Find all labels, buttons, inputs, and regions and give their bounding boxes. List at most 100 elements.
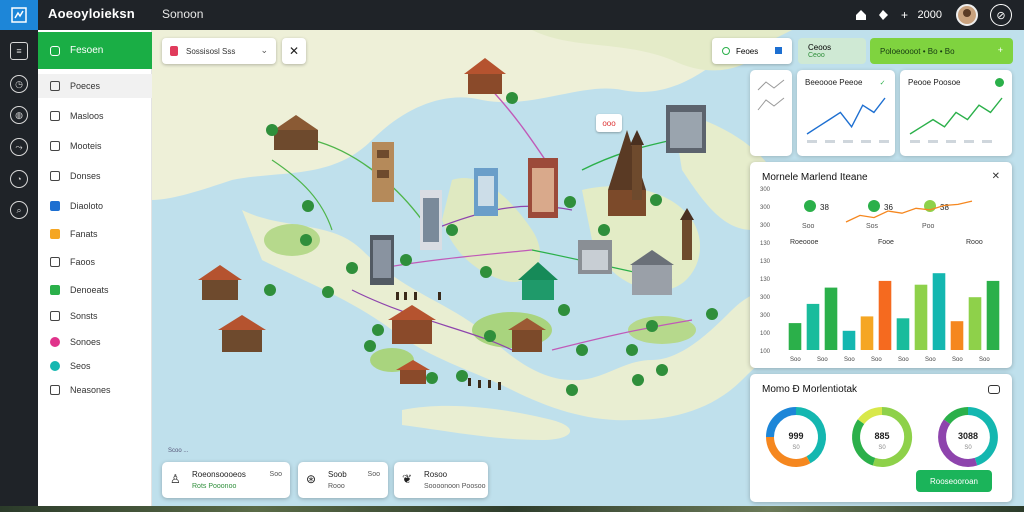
search-icon[interactable]: ⌕ [10,201,28,219]
app-logo[interactable] [0,0,38,30]
axis-tick [946,140,956,143]
mini-line-icon [757,79,785,111]
layers-icon[interactable]: ≡ [10,42,28,60]
legend-label: Fooe [878,239,894,246]
landmark-spire[interactable] [630,130,644,200]
bar [968,297,982,350]
poi-card[interactable]: ♙ Roeonsoooeos Rots Pooonoo Soo [162,462,290,498]
expand-icon[interactable] [988,385,1000,394]
location-search[interactable]: Sossisosl Sss ⌄ [162,38,276,64]
axis-tick [964,140,974,143]
square-icon [50,81,60,91]
donut-panel: Momo Ð Morlentiotak 999 S0 885 S0 3088 S0 Roo… [750,374,1012,502]
landmark-station[interactable] [578,240,612,274]
sidebar-item[interactable]: Diaoloto [38,194,152,218]
filter-chip-active[interactable]: Poloeoooot • Bo • Bo + [870,38,1013,64]
landmark-house[interactable] [198,265,242,300]
x-tick-label: Soo [898,357,909,363]
map-view[interactable]: Sossisosl Sss ⌄ ✕ ooo Scoo ... ♙ Roeonso… [152,30,1024,506]
icon-rail: ≡ ◷ ◍ ⤳ ◔ ⌕ [0,30,38,512]
y-tick-label: 130 [760,259,771,265]
filter-chip[interactable]: Ceoos Ceoo [798,38,866,64]
landmark-highrise[interactable] [666,105,706,153]
plus-icon[interactable]: + [998,45,1003,55]
sidebar-item[interactable]: Neasones [38,378,152,402]
landmark-skyscraper[interactable] [528,158,558,218]
square-icon [50,45,60,56]
bar [842,330,856,350]
filter-chip-label: Ceoos [808,43,832,52]
sidebar-item[interactable]: Faoos [38,250,152,274]
plus-icon[interactable]: + [894,4,916,26]
globe-icon[interactable]: ◍ [10,106,28,124]
axis-tick [910,140,920,143]
landmark-house[interactable] [218,315,266,352]
compass-icon[interactable]: ⊘ [990,4,1012,26]
close-button[interactable]: ✕ [282,38,306,64]
green-square-icon [50,285,60,295]
poi-card-title: Rosoo [424,470,448,479]
chevron-down-icon[interactable]: ⌄ [260,45,268,56]
sidebar-item[interactable]: Seos [38,354,152,378]
bar [806,303,820,350]
line-chart-2 [909,97,1003,143]
map-scale: Scoo ... [168,448,189,454]
poi-card[interactable]: ⊛ Soob Rooo Soo [298,462,388,498]
bar [986,280,1000,350]
filter-icon [722,47,730,55]
close-icon[interactable]: ✕ [992,171,1000,182]
kpi-label: Poo [922,223,935,230]
y-tick-label: 130 [760,241,771,247]
x-tick-label: Soo [817,357,828,363]
bar-chart-panel: Mornele Marlend Iteane ✕ 38 Soo 36 Sos 38 Poo… [750,162,1012,368]
sidebar-item-label: Masloos [70,111,104,121]
bar [950,321,964,350]
poi-card-title: Roeonsoooeos [192,470,246,479]
clock-icon[interactable]: ◷ [10,75,28,93]
status-dot-icon [995,78,1004,87]
sidebar-item[interactable]: Sonsts [38,304,152,328]
sidebar-item[interactable]: Mooteis [38,134,152,158]
sidebar-item[interactable]: Denoeats [38,278,152,302]
tag-icon[interactable] [872,4,894,26]
poi-card-title: Soob [328,470,347,479]
sidebar-item[interactable]: Donses [38,164,152,188]
y-tick-label: 300 [760,205,771,211]
stat-card-2[interactable]: Peooe Poosoe [900,70,1012,156]
chart-icon[interactable]: ◔ [10,170,28,188]
pin-icon [170,46,178,56]
blue-square-icon [50,201,60,211]
check-icon: ✓ [879,79,886,87]
year-label: 2000 [917,9,942,21]
stat-card-title: Peooe Poosoe [908,78,961,87]
landmark-tower[interactable] [370,235,394,285]
sidebar-item[interactable]: Masloos [38,104,152,128]
landmark-building[interactable] [474,168,498,216]
x-tick-label: Soo [925,357,936,363]
filter-chip-label: Poloeoooot • Bo • Bo [880,46,955,56]
axis-tick [843,140,853,143]
doc-icon [50,257,60,267]
sidebar-item[interactable]: Fanats [38,222,152,246]
filter-chip[interactable]: Feoes [712,38,792,64]
avatar[interactable] [956,4,978,26]
sidebar-item-label: Seos [70,361,91,371]
landmark-office[interactable] [420,190,442,250]
grid-icon [50,141,60,151]
sidebar-item[interactable]: Sonoes [38,330,152,354]
stat-card-1[interactable]: Beeoooe Peeoe ✓ [797,70,895,156]
landmark-tower[interactable] [372,142,394,202]
sidebar-item-active[interactable]: Fesoen [38,32,152,69]
donut-value: 999 [788,431,803,441]
series-line [909,97,1003,135]
sidebar-item-label: Faoos [70,257,96,267]
view-report-button[interactable]: Rooseooroan [916,470,992,492]
bar-chart: 38Soo36Sos38PooRoeoooe Fooe Rooo3003003001… [760,187,1000,363]
poi-card[interactable]: ❦ Rosoo Soooonoon Poosoo [394,462,488,498]
route-icon[interactable]: ⤳ [10,138,28,156]
home-icon[interactable] [850,4,872,26]
bar [914,284,928,350]
kpi-icon [804,200,816,212]
map-label[interactable]: ooo [596,114,622,132]
sidebar-item[interactable]: Poeces [38,74,152,98]
